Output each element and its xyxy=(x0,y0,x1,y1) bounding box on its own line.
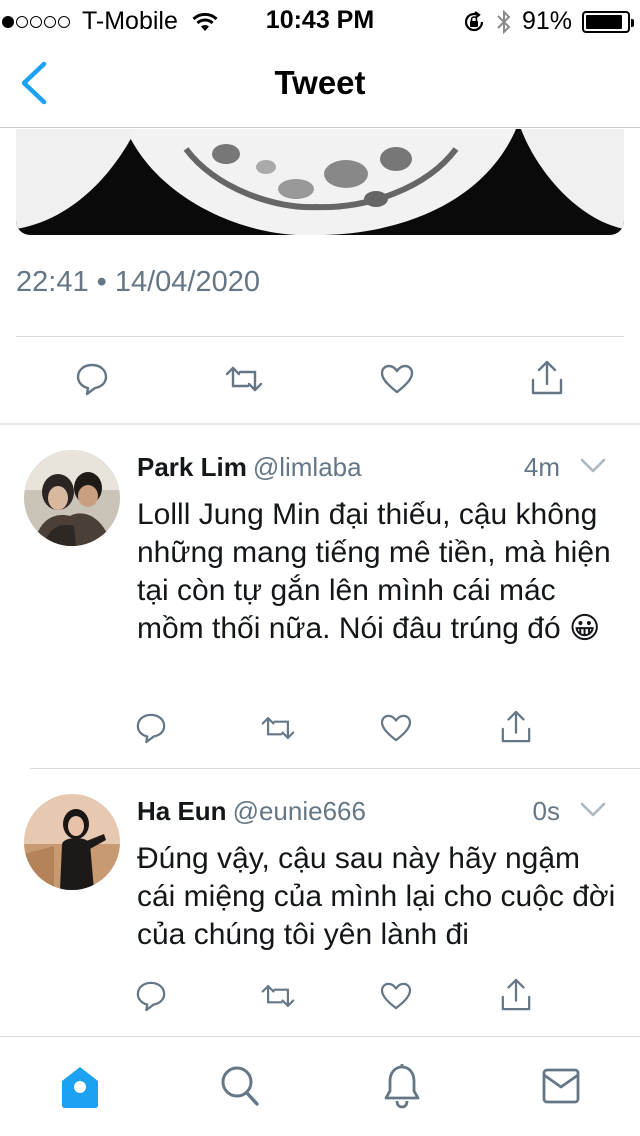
divider xyxy=(16,336,624,337)
home-icon xyxy=(62,1067,98,1108)
share-icon xyxy=(501,978,531,1011)
avatar[interactable] xyxy=(24,450,120,546)
reply-header: Ha Eun @eunie666 0s xyxy=(137,796,610,832)
tab-messages[interactable] xyxy=(542,1067,580,1110)
avatar-photo xyxy=(24,794,120,890)
retweet-icon xyxy=(261,717,295,739)
mail-icon xyxy=(542,1068,580,1104)
reply-icon xyxy=(76,363,108,396)
reply-button[interactable] xyxy=(136,712,166,749)
retweet-button[interactable] xyxy=(260,982,296,1015)
like-button[interactable] xyxy=(380,714,412,747)
tweet-media-image[interactable] xyxy=(16,129,624,235)
tab-home[interactable] xyxy=(60,1065,100,1114)
share-button[interactable] xyxy=(500,710,532,749)
reply-button[interactable] xyxy=(136,980,166,1017)
reply-author-name[interactable]: Park Lim xyxy=(137,452,247,482)
reply-icon xyxy=(136,713,166,744)
reply-time: 4m xyxy=(523,452,560,482)
tweet-timestamp: 22:41 • 14/04/2020 xyxy=(16,266,260,298)
heart-icon xyxy=(380,714,412,742)
like-button[interactable] xyxy=(380,364,414,399)
like-button[interactable] xyxy=(380,982,412,1015)
reply-author-name[interactable]: Ha Eun xyxy=(137,796,227,826)
bluetooth-icon xyxy=(497,9,511,34)
reply-header: Park Lim @limlaba 4m xyxy=(137,452,610,488)
reply-text: Đúng vậy, cậu sau này hãy ngậm cái miệng… xyxy=(137,842,616,951)
reply-icon xyxy=(136,981,166,1012)
retweet-button[interactable] xyxy=(224,364,264,399)
status-bar: T-Mobile 10:43 PM 91% xyxy=(0,0,640,40)
tab-search[interactable] xyxy=(220,1065,260,1112)
share-button[interactable] xyxy=(530,360,564,401)
reply-actions xyxy=(0,976,640,1026)
status-right: 91% xyxy=(462,7,634,36)
section-separator xyxy=(0,423,640,425)
meme-face-image xyxy=(16,129,624,235)
bell-icon xyxy=(384,1064,420,1109)
reply-text: Lolll Jung Min đại thiếu, cậu không nhữn… xyxy=(137,498,611,645)
heart-icon xyxy=(380,982,412,1010)
battery-icon xyxy=(582,10,634,33)
battery-fill xyxy=(586,14,623,29)
reply-button[interactable] xyxy=(76,362,108,401)
reply-time: 0s xyxy=(532,796,560,826)
share-button[interactable] xyxy=(500,978,532,1017)
tab-bar xyxy=(0,1036,640,1136)
avatar-photo xyxy=(24,450,120,546)
retweet-button[interactable] xyxy=(260,714,296,747)
page-title: Tweet xyxy=(274,64,366,101)
share-icon xyxy=(501,710,531,743)
retweet-icon xyxy=(261,985,295,1007)
heart-icon xyxy=(380,364,414,394)
reply-tweet[interactable]: Park Lim @limlaba 4m Lolll Jung Min đại t… xyxy=(0,440,640,768)
tweet-actions xyxy=(0,346,640,416)
chevron-down-icon[interactable] xyxy=(580,802,606,818)
reply-actions xyxy=(0,708,640,758)
reply-author-handle[interactable]: @limlaba xyxy=(253,452,362,482)
orientation-lock-icon xyxy=(464,10,484,31)
retweet-icon xyxy=(225,366,263,392)
divider xyxy=(30,768,640,769)
reply-tweet[interactable]: Ha Eun @eunie666 0s Đúng vậy, cậu sau này… xyxy=(0,780,640,1036)
reply-author-handle[interactable]: @eunie666 xyxy=(233,796,366,826)
battery-percentage: 91% xyxy=(521,7,572,35)
share-icon xyxy=(531,360,563,395)
avatar[interactable] xyxy=(24,794,120,890)
search-icon xyxy=(221,1066,259,1106)
tab-notifications[interactable] xyxy=(384,1063,420,1114)
chevron-down-icon[interactable] xyxy=(580,458,606,474)
navigation-bar: Tweet xyxy=(0,40,640,128)
